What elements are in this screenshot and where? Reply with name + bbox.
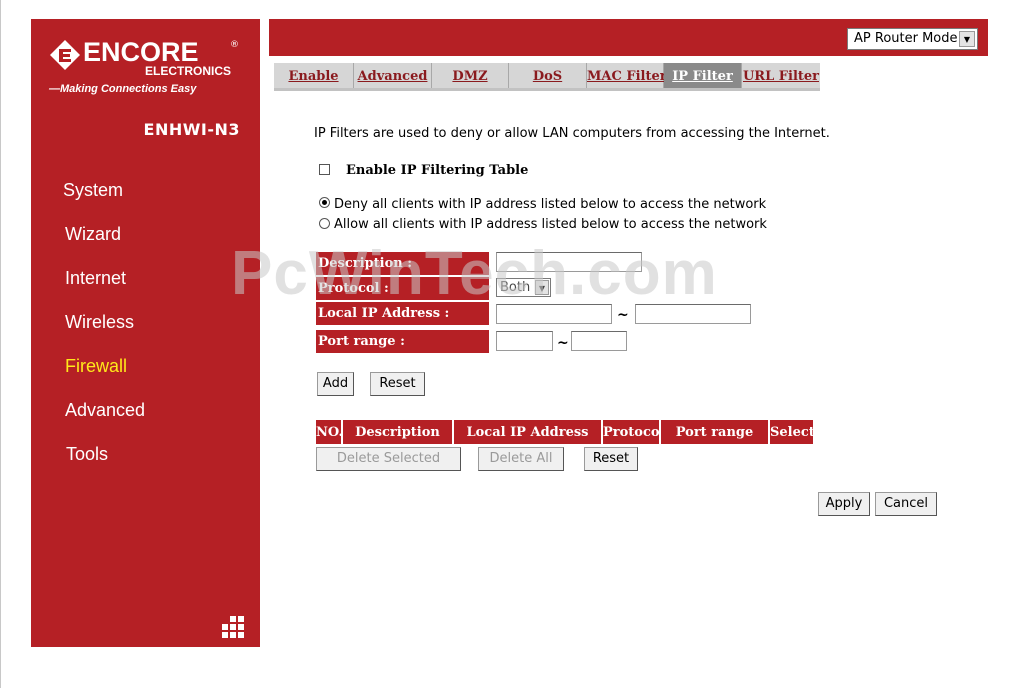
local-ip-end-input[interactable] — [635, 304, 751, 324]
tab-dmz[interactable]: DMZ — [432, 63, 509, 88]
description-input[interactable] — [496, 252, 642, 272]
sidebar-item-wireless[interactable]: Wireless — [31, 312, 260, 333]
column-local-ip: Local IP Address — [454, 420, 603, 444]
ip-range-tilde: ~ — [617, 307, 629, 323]
column-description: Description — [343, 420, 454, 444]
sidebar-item-firewall[interactable]: Firewall — [31, 356, 260, 377]
sidebar: ENCORE ® ELECTRONICS —Making Connections… — [31, 19, 260, 647]
protocol-value: Both — [500, 280, 531, 295]
port-end-input[interactable] — [571, 331, 627, 351]
allow-radio[interactable] — [319, 218, 330, 229]
tab-dos[interactable]: DoS — [509, 63, 587, 88]
grid-menu-icon[interactable] — [218, 616, 252, 638]
mode-select[interactable]: AP Router Mode ▼ — [847, 28, 978, 50]
tab-advanced[interactable]: Advanced — [354, 63, 432, 88]
allow-label: Allow all clients with IP address listed… — [334, 217, 767, 232]
brand-tagline: —Making Connections Easy — [49, 83, 197, 95]
description-label: Description : — [316, 252, 489, 275]
sidebar-item-system[interactable]: System — [31, 180, 260, 201]
port-range-tilde: ~ — [557, 335, 569, 351]
mode-select-value: AP Router Mode — [854, 31, 958, 46]
local-ip-start-input[interactable] — [496, 304, 612, 324]
table-reset-button[interactable]: Reset — [584, 447, 638, 471]
chevron-down-icon[interactable]: ▼ — [959, 31, 975, 47]
sidebar-item-advanced[interactable]: Advanced — [31, 400, 260, 421]
encore-logo: ENCORE ® ELECTRONICS —Making Connections… — [49, 37, 249, 117]
cancel-button[interactable]: Cancel — [875, 492, 937, 516]
tab-url-filter[interactable]: URL Filter — [742, 63, 820, 88]
enable-ip-filtering-checkbox[interactable] — [319, 164, 330, 175]
port-start-input[interactable] — [496, 331, 553, 351]
sidebar-item-internet[interactable]: Internet — [31, 268, 260, 289]
intro-text: IP Filters are used to deny or allow LAN… — [314, 126, 830, 141]
enable-ip-filtering-label: Enable IP Filtering Table — [346, 163, 529, 178]
delete-selected-button[interactable]: Delete Selected — [316, 447, 461, 471]
local-ip-label: Local IP Address : — [316, 302, 489, 325]
delete-all-button[interactable]: Delete All — [478, 447, 564, 471]
deny-label: Deny all clients with IP address listed … — [334, 197, 767, 212]
add-button[interactable]: Add — [317, 372, 354, 396]
column-protocol: Protocol — [603, 420, 661, 444]
column-port-range: Port range — [661, 420, 770, 444]
port-range-label: Port range : — [316, 330, 489, 353]
chevron-down-icon[interactable]: ▼ — [535, 280, 549, 295]
registered-mark: ® — [230, 40, 239, 50]
apply-button[interactable]: Apply — [818, 492, 870, 516]
sidebar-item-wizard[interactable]: Wizard — [31, 224, 260, 245]
reset-button[interactable]: Reset — [370, 372, 425, 396]
column-select: Select — [770, 420, 813, 444]
tab-enable[interactable]: Enable — [274, 63, 354, 88]
tab-ip-filter[interactable]: IP Filter — [664, 63, 742, 88]
firewall-tabs: Enable Advanced DMZ DoS MAC Filter IP Fi… — [274, 63, 820, 91]
brand-sub: ELECTRONICS — [145, 64, 232, 78]
sidebar-item-tools[interactable]: Tools — [31, 444, 260, 465]
model-name: ENHWI-N3 — [143, 120, 240, 139]
tab-mac-filter[interactable]: MAC Filter — [587, 63, 667, 88]
top-bar: AP Router Mode ▼ — [269, 19, 988, 56]
protocol-label: Protocol : — [316, 277, 489, 300]
deny-radio[interactable] — [319, 197, 330, 208]
protocol-select[interactable]: Both ▼ — [496, 278, 551, 297]
encore-e-logo-icon — [50, 40, 80, 70]
column-no: NO. — [316, 420, 343, 444]
